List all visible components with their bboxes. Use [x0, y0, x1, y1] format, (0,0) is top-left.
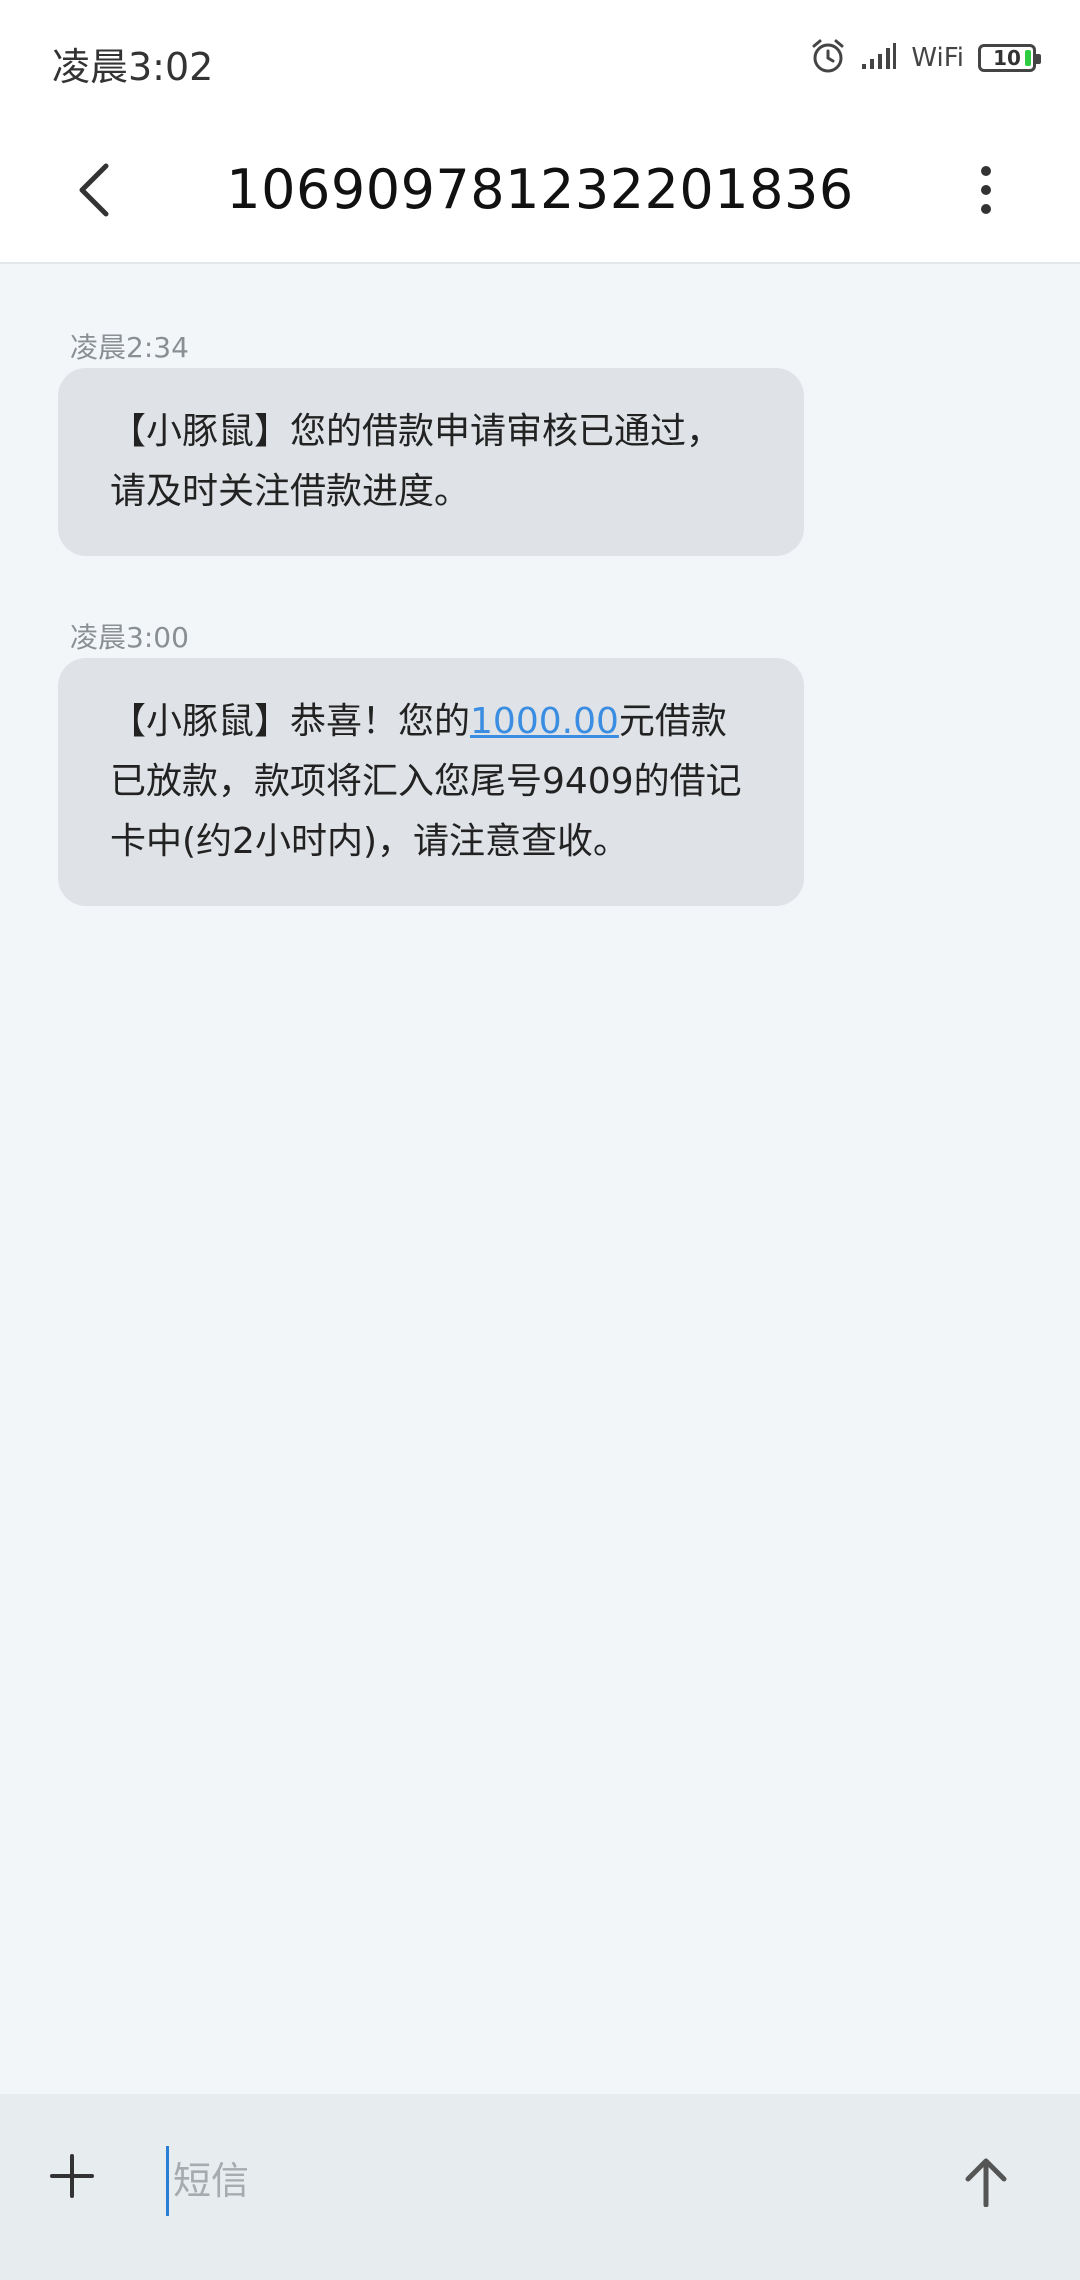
signal-icon — [861, 42, 897, 74]
message-list[interactable]: 凌晨2:34 【小豚鼠】您的借款申请审核已通过，请及时关注借款进度。 凌晨3:0… — [0, 264, 1080, 2094]
compose-bar — [0, 2094, 1080, 2280]
message-text-before: 【小豚鼠】恭喜！您的 — [110, 701, 471, 742]
conversation-header: 106909781232201836 — [0, 120, 1080, 264]
amount-link[interactable]: 1000.00 — [470, 701, 619, 742]
back-button[interactable] — [56, 154, 132, 230]
status-bar: 凌晨3:02 WiFi 10 — [0, 0, 1080, 120]
send-button[interactable] — [948, 2146, 1024, 2222]
chevron-left-icon — [74, 162, 114, 222]
plus-icon — [48, 2152, 96, 2204]
message-timestamp: 凌晨2:34 — [70, 331, 189, 364]
message-bubble[interactable]: 【小豚鼠】您的借款申请审核已通过，请及时关注借款进度。 — [58, 368, 804, 556]
sms-input[interactable] — [166, 2146, 926, 2216]
status-icons: WiFi 10 — [809, 37, 1041, 79]
battery-icon: 10 — [978, 44, 1041, 72]
message-bubble[interactable]: 【小豚鼠】恭喜！您的1000.00元借款已放款，款项将汇入您尾号9409的借记卡… — [58, 658, 804, 906]
wifi-label: WiFi — [911, 43, 964, 73]
more-options-button[interactable] — [948, 154, 1024, 230]
battery-level: 10 — [993, 46, 1021, 70]
status-time: 凌晨3:02 — [52, 45, 214, 89]
arrow-up-icon — [964, 2157, 1008, 2211]
message-timestamp: 凌晨3:00 — [70, 621, 189, 654]
battery-cap — [1036, 54, 1041, 64]
alarm-icon — [809, 37, 847, 79]
more-vertical-icon — [979, 164, 993, 220]
message-text: 【小豚鼠】您的借款申请审核已通过，请及时关注借款进度。 — [110, 411, 723, 512]
battery-fill — [1025, 50, 1031, 66]
attach-button[interactable] — [36, 2142, 108, 2214]
sender-number-title: 106909781232201836 — [226, 158, 854, 221]
